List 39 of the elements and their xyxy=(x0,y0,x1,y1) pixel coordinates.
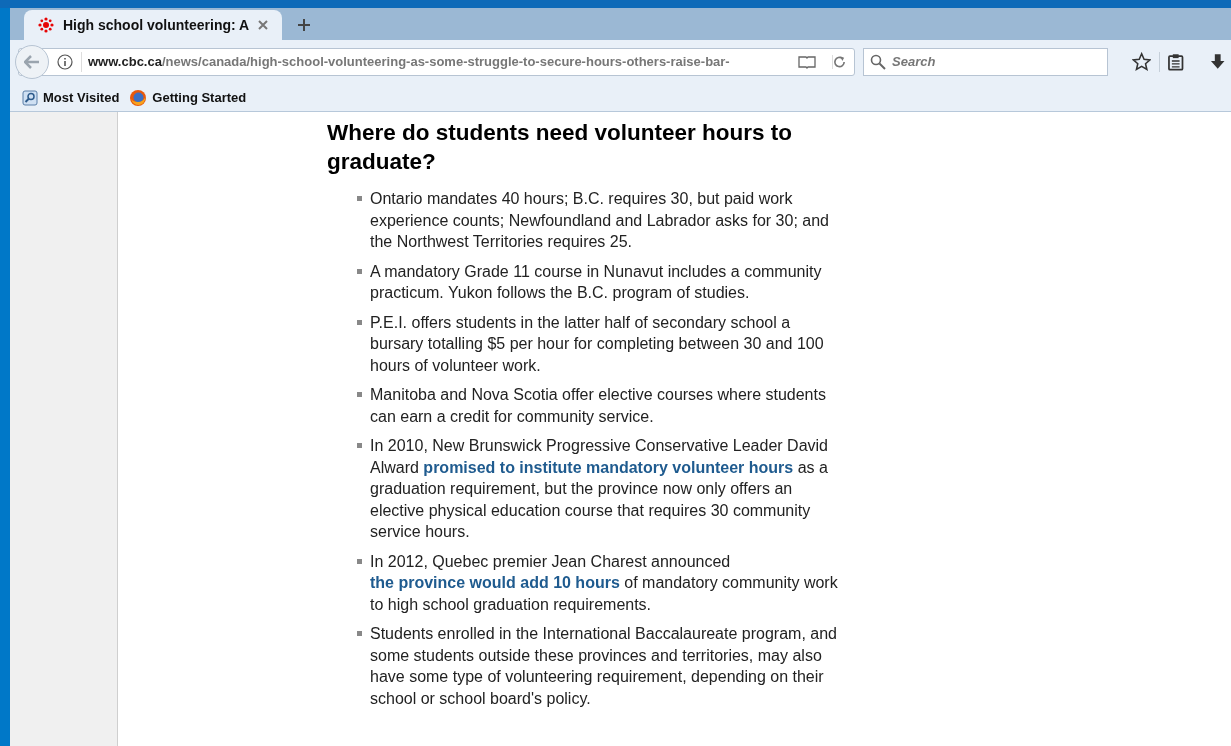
bookmarks-folder-icon xyxy=(22,89,38,106)
bullet-text: Ontario mandates 40 hours; B.C. requires 30, but paid work experience counts; Newfoundland and Labrador asks for 30; and the Northwest Territories requires 25. xyxy=(370,189,830,252)
browser-tab[interactable]: High school volunteering: A xyxy=(24,10,283,40)
back-arrow-icon xyxy=(24,55,40,69)
bullet-text: Students enrolled in the International Baccalaureate program, and some students outside these provinces and territories, may also have some type of volunteering requirement, depending on their school or school board's policy. xyxy=(370,624,838,709)
bullet-icon xyxy=(357,443,362,448)
bullet-icon xyxy=(357,392,362,397)
search-input[interactable]: Search xyxy=(892,52,1101,72)
bullet-text: A mandatory Grade 11 course in Nunavut includes a community practicum. Yukon follows the B.C. program of studies. xyxy=(370,261,823,303)
tab-title: High school volunteering: A xyxy=(63,15,250,35)
globe-icon xyxy=(129,88,148,107)
bullet-icon xyxy=(357,631,362,636)
new-tab-icon[interactable] xyxy=(298,19,311,31)
bullet-icon xyxy=(357,196,362,201)
bullet-text: P.E.I. offers students in the latter half of secondary school a bursary totalling $5 per hour for completing between 30 and 100 hours of volunteer work. xyxy=(370,312,825,376)
address-bar[interactable]: www.cbc.ca/news/canada/high-school-volunteering-as-some-struggle-to-secure-hours-others-raise-bar- xyxy=(18,48,855,76)
bullet-icon xyxy=(357,268,362,274)
article-link[interactable]: the province would add 10 hours xyxy=(370,574,620,591)
back-button[interactable] xyxy=(15,45,49,79)
article-heading: Where do students need volunteer hours to graduate? xyxy=(327,119,794,176)
bookmark-star-icon[interactable] xyxy=(1131,52,1152,72)
bookmark-item[interactable]: Most Visited xyxy=(22,87,120,108)
search-field[interactable]: Search xyxy=(863,48,1108,76)
bullet-text: In 2012, Quebec premier Jean Charest announced the province would add 10 hours of mandatory community work to high school graduation requirements. xyxy=(370,551,839,615)
bullet-icon xyxy=(357,558,362,564)
clipboard-icon[interactable] xyxy=(1168,53,1184,71)
bookmark-item[interactable]: Getting Started xyxy=(129,87,247,108)
search-icon xyxy=(870,54,886,70)
article-link[interactable]: promised to institute mandatory volunteer hours xyxy=(423,458,794,476)
reload-icon[interactable] xyxy=(832,55,846,69)
site-logo-icon xyxy=(38,17,54,33)
url-text: www.cbc.ca/news/canada/high-school-volunteering-as-some-struggle-to-secure-hours-others-raise-bar- xyxy=(81,52,790,72)
reader-view-icon[interactable] xyxy=(798,55,816,69)
close-icon[interactable] xyxy=(258,20,269,30)
info-icon[interactable] xyxy=(57,54,73,70)
download-icon[interactable] xyxy=(1209,53,1225,71)
bullet-icon xyxy=(357,319,362,325)
bullet-text: Manitoba and Nova Scotia offer elective courses where students can earn a credit for community service. xyxy=(370,385,827,427)
bullet-text: In 2010, New Brunswick Progressive Conservative Leader David Alward promised to institute mandatory volunteer hours as a graduation requirement, but the province now only offers an elective physical education course that requires 30 community service hours. xyxy=(370,436,829,542)
